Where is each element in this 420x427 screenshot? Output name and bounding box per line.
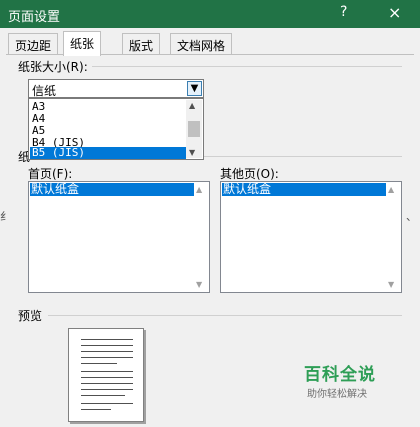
help-button[interactable]: ? — [340, 4, 347, 20]
preview-text-line — [81, 395, 125, 396]
tab-paper[interactable]: 纸张 — [63, 31, 102, 56]
chevron-down-icon[interactable]: ▼ — [187, 81, 202, 96]
dropdown-option-a3[interactable]: A3 — [30, 101, 186, 113]
title-bar: 页面设置 ? × — [0, 0, 420, 28]
preview-text-line — [81, 377, 133, 378]
close-button[interactable]: × — [388, 3, 401, 22]
scroll-up-icon[interactable]: ▲ — [189, 101, 195, 110]
preview-rule — [48, 315, 402, 316]
tab-bar: 页边距 纸张 版式 文档网格 — [0, 31, 420, 56]
dropdown-option-b5-jis[interactable]: B5 (JIS) — [30, 147, 186, 159]
first-page-tray-list[interactable]: 默认纸盒 ▲ ▼ — [28, 181, 210, 293]
tab-document-grid[interactable]: 文档网格 — [170, 33, 233, 54]
preview-text-line — [81, 409, 111, 410]
scrollbar-thumb[interactable] — [188, 121, 200, 137]
background-document-edge: 纟 — [0, 210, 11, 223]
preview-text-line — [81, 371, 133, 372]
other-pages-scrollbar[interactable]: ▲ ▼ — [386, 183, 400, 291]
scroll-up-icon[interactable]: ▲ — [388, 185, 394, 194]
watermark-tagline: 助你轻松解决 — [307, 389, 367, 400]
other-pages-tray-option[interactable]: 默认纸盒 — [222, 183, 386, 196]
paper-size-combobox[interactable]: 信纸 ▼ — [28, 79, 204, 98]
scroll-up-icon[interactable]: ▲ — [196, 185, 202, 194]
dropdown-scrollbar[interactable]: ▲ ▼ — [186, 100, 202, 158]
preview-text-line — [81, 339, 133, 340]
scroll-down-icon[interactable]: ▼ — [196, 280, 202, 289]
paper-size-rule — [92, 66, 402, 67]
tab-margins[interactable]: 页边距 — [8, 33, 59, 54]
paper-size-value: 信纸 — [32, 84, 57, 98]
preview-text-line — [81, 345, 133, 346]
scroll-down-icon[interactable]: ▼ — [189, 148, 195, 157]
paper-size-dropdown-list[interactable]: A3 A4 A5 B4 (JIS) B5 (JIS) ▲ ▼ — [28, 98, 204, 160]
page-preview — [68, 328, 144, 422]
dropdown-option-a4[interactable]: A4 — [30, 113, 186, 125]
preview-text-line — [81, 403, 133, 404]
preview-text-line — [81, 357, 133, 358]
preview-text-line — [81, 389, 133, 390]
tab-layout[interactable]: 版式 — [122, 33, 161, 54]
dialog-title: 页面设置 — [8, 10, 61, 25]
paper-size-label: 纸张大小(R): — [18, 58, 92, 75]
watermark-logo-text: 百科全说 — [304, 365, 376, 385]
preview-text-line — [81, 363, 117, 364]
scroll-down-icon[interactable]: ▼ — [388, 280, 394, 289]
preview-text-line — [81, 383, 133, 384]
preview-label: 预览 — [18, 307, 47, 324]
first-page-scrollbar[interactable]: ▲ ▼ — [194, 183, 208, 291]
preview-text-line — [81, 351, 133, 352]
other-pages-tray-list[interactable]: 默认纸盒 ▲ ▼ — [220, 181, 402, 293]
first-page-label: 首页(F): — [28, 165, 77, 182]
other-pages-label: 其他页(O): — [220, 165, 283, 182]
first-page-tray-option[interactable]: 默认纸盒 — [30, 183, 194, 196]
background-document-edge-right: 、 — [406, 210, 417, 223]
